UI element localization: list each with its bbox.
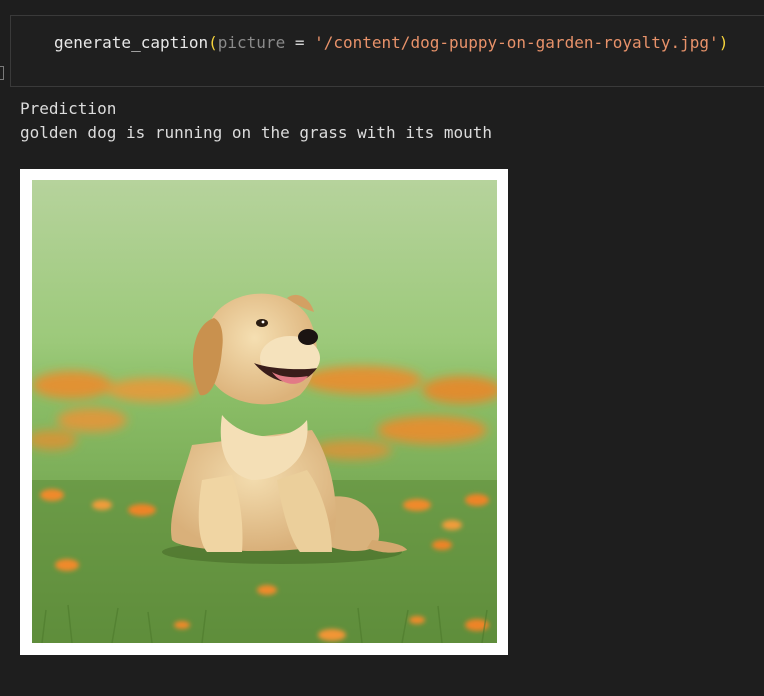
code-line[interactable]: generate_caption(picture = '/content/dog… xyxy=(54,30,728,56)
cell-output: Prediction golden dog is running on the g… xyxy=(20,97,492,145)
open-paren: ( xyxy=(208,33,218,52)
close-paren: ) xyxy=(718,33,729,52)
function-name: generate_caption xyxy=(54,33,209,52)
code-cell[interactable]: generate_caption(picture = '/content/dog… xyxy=(10,15,764,87)
cell-collapse-bracket[interactable] xyxy=(0,66,4,80)
output-image-frame xyxy=(20,169,508,655)
output-caption: golden dog is running on the grass with … xyxy=(20,123,493,142)
output-label: Prediction xyxy=(20,99,117,118)
notebook: generate_caption(picture = '/content/dog… xyxy=(0,0,764,696)
puppy-image xyxy=(32,180,497,643)
param-name: picture xyxy=(217,33,286,52)
assign-operator: = xyxy=(285,33,315,52)
string-literal: '/content/dog-puppy-on-garden-royalty.jp… xyxy=(314,33,719,52)
